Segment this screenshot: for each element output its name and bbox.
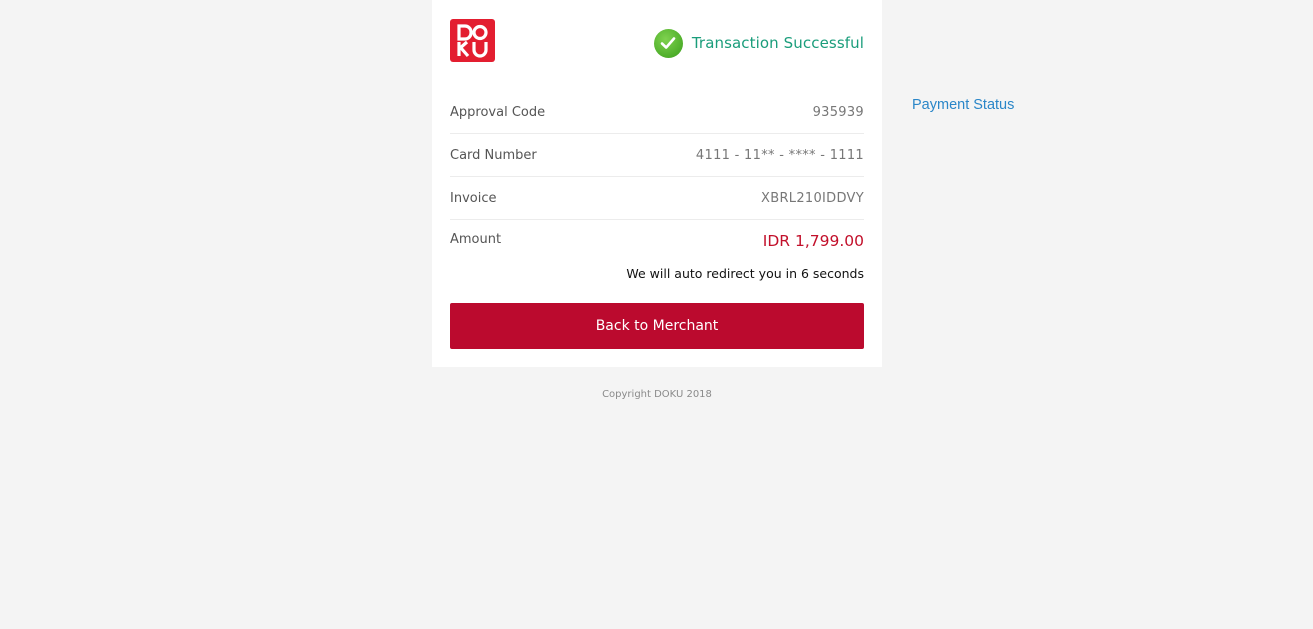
invoice-row: Invoice XBRL210IDDVY — [450, 177, 864, 220]
amount-row: Amount IDR 1,799.00 — [450, 220, 864, 262]
transaction-details: Approval Code 935939 Card Number 4111 - … — [450, 91, 864, 262]
doku-logo — [450, 19, 495, 62]
card-number-row: Card Number 4111 - 11** - **** - 1111 — [450, 134, 864, 177]
payment-status-link[interactable]: Payment Status — [912, 97, 1014, 113]
approval-code-value: 935939 — [812, 104, 864, 120]
card-number-label: Card Number — [450, 147, 537, 163]
back-to-merchant-button[interactable]: Back to Merchant — [450, 303, 864, 349]
copyright-text: Copyright DOKU 2018 — [602, 389, 712, 400]
amount-value: IDR 1,799.00 — [762, 232, 864, 250]
transaction-status: Transaction Successful — [653, 28, 864, 58]
redirect-notice: We will auto redirect you in 6 seconds — [626, 266, 864, 281]
check-circle-icon — [653, 28, 683, 58]
status-text: Transaction Successful — [691, 34, 864, 52]
approval-code-label: Approval Code — [450, 104, 546, 120]
payment-result-card: Transaction Successful Approval Code 935… — [432, 0, 882, 367]
amount-label: Amount — [450, 232, 502, 247]
approval-code-row: Approval Code 935939 — [450, 91, 864, 134]
invoice-label: Invoice — [450, 190, 497, 206]
card-number-value: 4111 - 11** - **** - 1111 — [695, 147, 864, 163]
invoice-value: XBRL210IDDVY — [761, 190, 864, 206]
